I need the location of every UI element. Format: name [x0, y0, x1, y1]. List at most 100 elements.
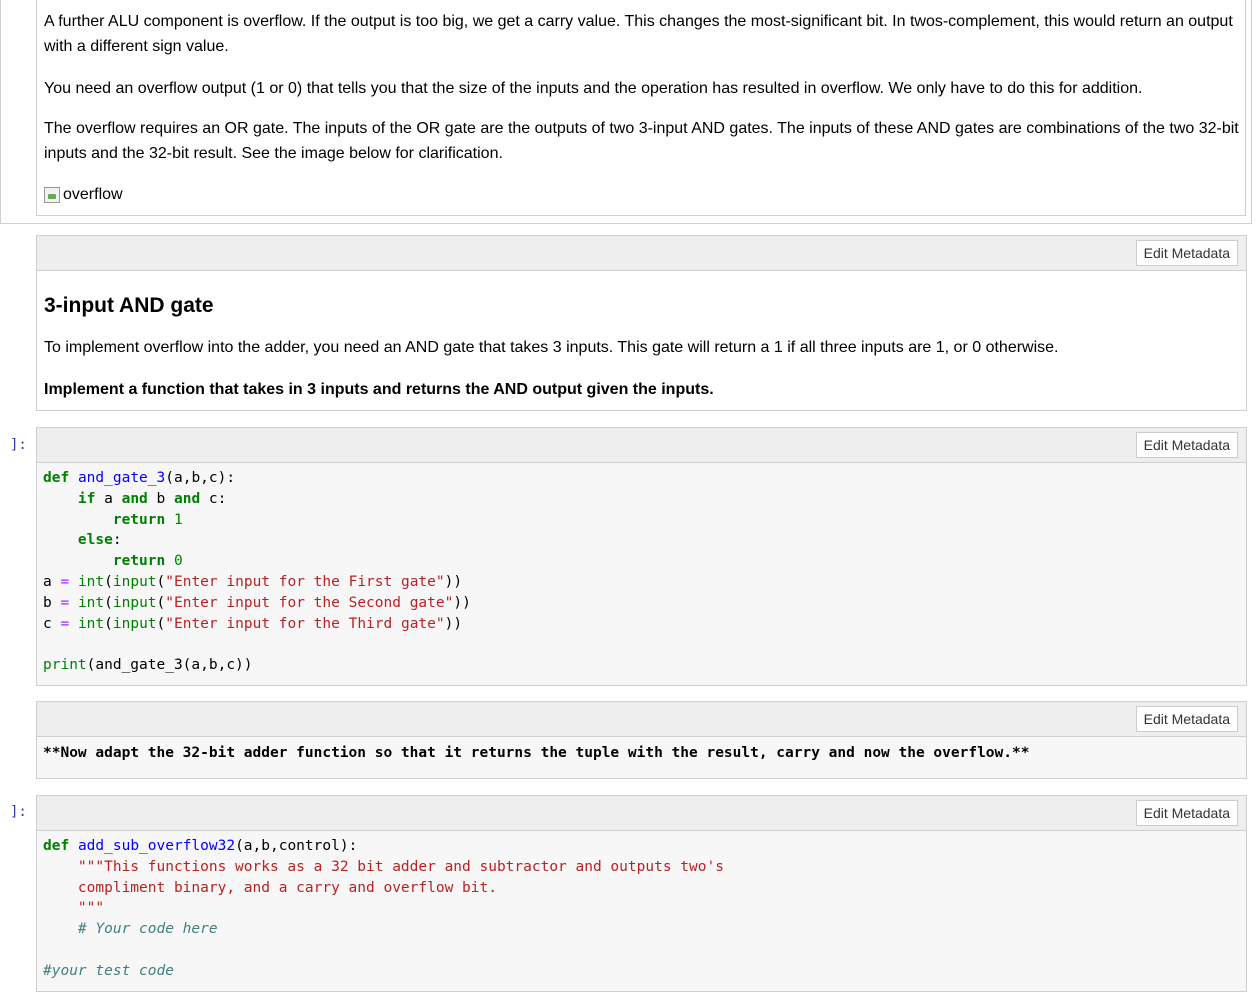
raw-cell-text[interactable]: **Now adapt the 32-bit adder function so… — [43, 745, 1029, 761]
code-token: compliment binary, and a carry and overf… — [77, 879, 497, 896]
edit-metadata-button[interactable]: Edit Metadata — [1135, 432, 1238, 458]
cell-toolbar: Edit Metadata — [37, 796, 1246, 831]
code-token: and — [174, 490, 201, 507]
code-token: a — [43, 573, 61, 590]
cell-toolbar: Edit Metadata — [37, 428, 1246, 463]
code-token: return — [112, 553, 166, 570]
code-token: ( — [104, 594, 113, 611]
code-cell-add-sub-overflow[interactable]: Edit Metadata def add_sub_overflow32(a,b… — [36, 795, 1247, 992]
code-line: #your test code — [43, 963, 174, 979]
code-editor[interactable]: def and_gate_3(a,b,c): if a and b and c:… — [37, 463, 1246, 685]
code-token: # Your code here — [77, 921, 218, 938]
code-token: if — [77, 490, 96, 507]
code-token: input — [112, 573, 157, 590]
raw-cell[interactable]: Edit Metadata **Now adapt the 32-bit add… — [36, 701, 1247, 779]
code-cell-and-gate[interactable]: Edit Metadata def and_gate_3(a,b,c): if … — [36, 427, 1247, 686]
input-prompt: ]: — [10, 437, 27, 453]
code-token: ( — [104, 573, 113, 590]
code-token: "Enter input for the Third gate" — [165, 615, 445, 632]
code-token: input — [112, 594, 157, 611]
edit-metadata-button[interactable]: Edit Metadata — [1135, 800, 1238, 826]
overflow-paragraph-3: The overflow requires an OR gate. The in… — [44, 120, 1239, 162]
input-prompt: ]: — [10, 804, 27, 820]
code-token: ( — [156, 594, 166, 611]
code-token: and_gate_3 — [77, 470, 166, 486]
code-line: c = int(input("Enter input for the Third… — [43, 616, 462, 632]
code-line: b = int(input("Enter input for the Secon… — [43, 595, 471, 611]
code-token: )) — [453, 594, 471, 611]
code-token: a — [95, 490, 122, 507]
code-line: compliment binary, and a carry and overf… — [43, 880, 497, 896]
code-line: def add_sub_overflow32(a,b,control): — [43, 838, 357, 854]
raw-editor[interactable]: **Now adapt the 32-bit adder function so… — [37, 737, 1246, 778]
code-token: print — [43, 657, 87, 674]
code-token: """ — [77, 900, 105, 917]
code-token: 1 — [173, 511, 183, 528]
edit-metadata-button[interactable]: Edit Metadata — [1135, 706, 1238, 732]
code-token: and — [121, 490, 148, 507]
code-token: int — [77, 573, 105, 590]
code-token: = — [60, 615, 70, 632]
code-line: else: — [43, 532, 122, 548]
overflow-image-alt: overflow — [63, 186, 123, 203]
code-token: = — [60, 573, 70, 590]
code-line: return 0 — [43, 553, 183, 569]
edit-metadata-button[interactable]: Edit Metadata — [1135, 240, 1238, 266]
code-token: else — [77, 532, 113, 549]
code-token: ( — [156, 573, 166, 590]
code-token: b — [147, 490, 174, 507]
code-token: int — [77, 615, 105, 632]
code-token: ( — [156, 615, 166, 632]
code-line: a = int(input("Enter input for the First… — [43, 574, 462, 590]
code-token: = — [60, 594, 70, 611]
overflow-paragraph-2: You need an overflow output (1 or 0) tha… — [44, 80, 1143, 97]
code-line: def and_gate_3(a,b,c): — [43, 470, 235, 486]
code-token: (a,b,control): — [235, 838, 358, 854]
code-token: add_sub_overflow32 — [77, 838, 236, 854]
overflow-paragraph-1: A further ALU component is overflow. If … — [44, 13, 1233, 55]
code-token: """This functions works as a 32 bit adde… — [77, 858, 724, 875]
code-text[interactable]: def add_sub_overflow32(a,b,control): """… — [43, 836, 724, 982]
code-token: def — [43, 838, 70, 854]
code-token: (a,b,c): — [165, 470, 236, 486]
code-token: c: — [200, 490, 227, 507]
code-token: 0 — [173, 553, 183, 570]
code-token: return — [112, 511, 166, 528]
code-token: (and_gate_3(a,b,c)) — [86, 657, 253, 674]
code-token: #your test code — [43, 962, 174, 979]
code-line: """This functions works as a 32 bit adde… — [43, 859, 724, 875]
and-gate-description: To implement overflow into the adder, yo… — [44, 339, 1059, 356]
code-token: def — [43, 470, 70, 486]
code-token: "Enter input for the Second gate" — [165, 594, 454, 611]
cell-toolbar: Edit Metadata — [37, 236, 1246, 271]
code-token: )) — [444, 615, 463, 632]
code-line: if a and b and c: — [43, 491, 226, 507]
code-line: return 1 — [43, 512, 183, 528]
code-token: input — [112, 615, 157, 632]
broken-image-icon — [44, 187, 60, 203]
overflow-image: overflow — [44, 184, 123, 206]
cell-toolbar: Edit Metadata — [37, 702, 1246, 737]
code-text[interactable]: def and_gate_3(a,b,c): if a and b and c:… — [43, 468, 471, 676]
and-gate-task: Implement a function that takes in 3 inp… — [44, 381, 714, 398]
code-token: int — [77, 594, 105, 611]
code-token: c — [43, 615, 61, 632]
code-editor[interactable]: def add_sub_overflow32(a,b,control): """… — [37, 831, 1246, 991]
section-heading: 3-input AND gate — [44, 294, 214, 317]
code-token: )) — [444, 573, 463, 590]
